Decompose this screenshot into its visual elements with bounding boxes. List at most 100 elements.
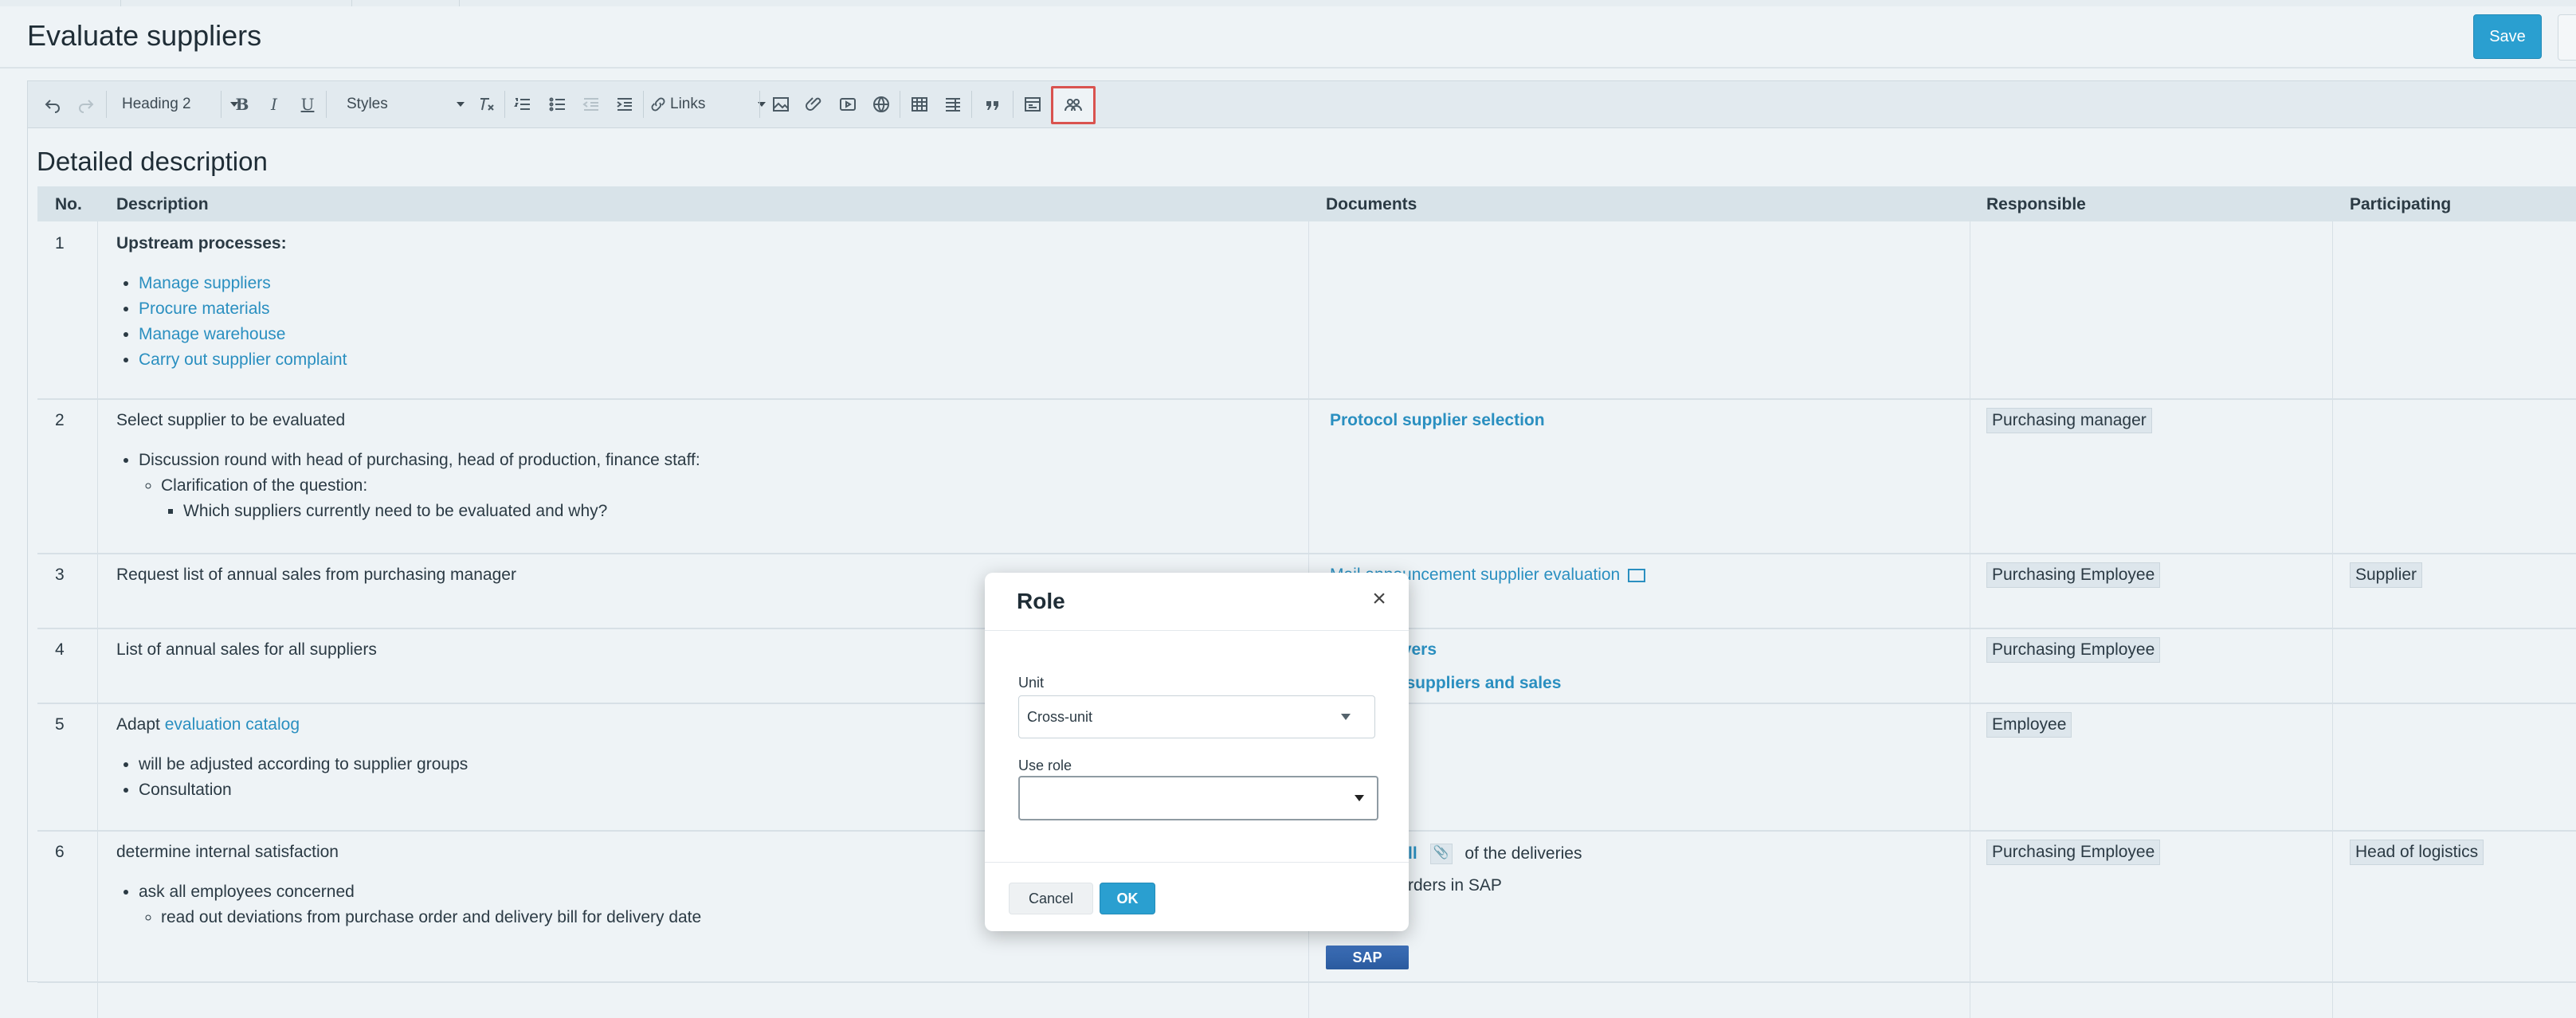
toolbar-separator — [106, 91, 107, 118]
mail-icon — [1628, 568, 1646, 582]
toolbar-separator — [326, 91, 327, 118]
link-carry-out-supplier-complaint[interactable]: Carry out supplier complaint — [139, 350, 347, 369]
row-responsible: Purchasing manager — [1986, 408, 2152, 433]
document-text: rders in SAP — [1408, 876, 1502, 895]
link-evaluation-catalog[interactable]: evaluation catalog — [165, 715, 300, 734]
row-number: 6 — [55, 843, 65, 861]
bullet-text: read out deviations from purchase order … — [161, 908, 702, 926]
save-button[interactable]: Save — [2473, 14, 2542, 59]
unit-select-value: Cross-unit — [1027, 709, 1093, 725]
role-tag[interactable]: Supplier — [2350, 562, 2423, 588]
chevron-down-icon — [1355, 795, 1364, 801]
row-documents: Protocol supplier selection — [1330, 408, 1545, 433]
role-tag[interactable]: Employee — [1986, 712, 2072, 738]
row-responsible: Purchasing Employee — [1986, 637, 2161, 663]
document-link[interactable]: ll — [1408, 844, 1417, 863]
table-properties-icon[interactable] — [939, 91, 966, 118]
column-header-no: No. — [55, 195, 82, 213]
video-icon[interactable] — [834, 91, 861, 118]
bullet-text: Discussion round with head of purchasing… — [139, 451, 700, 469]
links-select[interactable]: Links — [649, 91, 769, 118]
role-tag[interactable]: Purchasing Employee — [1986, 562, 2161, 588]
column-header-description: Description — [116, 195, 209, 213]
globe-icon[interactable] — [868, 91, 895, 118]
attachment-icon[interactable] — [801, 91, 828, 118]
description-title: Upstream processes: — [116, 234, 287, 253]
underline-button[interactable]: U — [294, 91, 321, 118]
attachment-icon[interactable]: 📎 — [1429, 844, 1453, 865]
table-header: No. Description Documents Responsible Pa… — [37, 186, 2576, 221]
row-participating: Supplier — [2350, 562, 2423, 588]
cancel-button[interactable]: Cancel — [1009, 883, 1093, 914]
sap-logo-image[interactable]: SAP — [1326, 946, 1409, 969]
heading-select-value: Heading 2 — [122, 96, 191, 112]
ok-button[interactable]: OK — [1100, 883, 1155, 914]
redo-icon[interactable] — [73, 91, 100, 118]
toolbar-separator — [643, 91, 644, 118]
table-icon[interactable] — [906, 91, 933, 118]
description-text: Select supplier to be evaluated — [116, 411, 346, 429]
row-number: 5 — [55, 715, 65, 734]
row-description: Upstream processes: Manage suppliers Pro… — [116, 231, 1296, 373]
dialog-header: Role × — [985, 573, 1409, 631]
table-row: 2 Select supplier to be evaluated Discus… — [37, 398, 2576, 554]
role-tag[interactable]: Purchasing Employee — [1986, 637, 2161, 663]
toolbar-separator — [221, 91, 222, 118]
bold-button[interactable]: B — [229, 91, 256, 118]
link-procure-materials[interactable]: Procure materials — [139, 300, 270, 318]
dialog-title: Role — [1017, 589, 1065, 613]
clear-format-icon[interactable] — [472, 91, 500, 118]
bullet-text: Clarification of the question: — [161, 476, 368, 495]
bullet-text: Which suppliers currently need to be eva… — [183, 502, 608, 520]
use-role-select[interactable] — [1018, 776, 1378, 820]
row-description: Request list of annual sales from purcha… — [116, 566, 516, 584]
document-link[interactable]: overs — [1392, 637, 1561, 663]
row-number: 1 — [55, 234, 65, 253]
chevron-down-icon — [457, 102, 465, 107]
styles-select[interactable]: Styles — [347, 91, 468, 118]
page-header: Evaluate suppliers Save — [0, 6, 2576, 69]
italic-button[interactable]: I — [261, 91, 288, 118]
bullet-text: will be adjusted according to supplier g… — [139, 755, 469, 773]
toolbar-separator — [1013, 91, 1014, 118]
row-number: 2 — [55, 411, 65, 429]
row-participating: Head of logistics — [2350, 840, 2484, 865]
row-description: Adapt evaluation catalog will be adjuste… — [116, 712, 993, 803]
link-manage-suppliers[interactable]: Manage suppliers — [139, 274, 271, 292]
column-header-responsible: Responsible — [1986, 195, 2086, 213]
row-description: determine internal satisfaction ask all … — [116, 840, 993, 930]
image-icon[interactable] — [767, 91, 794, 118]
role-tag[interactable]: Purchasing Employee — [1986, 840, 2161, 865]
role-icon[interactable] — [1051, 86, 1096, 124]
dialog-footer-divider — [985, 862, 1409, 863]
heading-select[interactable]: Heading 2 — [122, 91, 241, 118]
row-description: List of annual sales for all suppliers — [116, 640, 377, 659]
document-link[interactable]: ll suppliers and sales — [1392, 671, 1561, 696]
top-tab-strip — [0, 0, 2576, 6]
role-dialog: Role × Unit Cross-unit Use role Cancel O… — [985, 573, 1409, 931]
document-link[interactable]: Protocol supplier selection — [1330, 411, 1545, 429]
bullet-text: Consultation — [139, 781, 232, 799]
template-icon[interactable] — [1019, 91, 1046, 118]
outdent-icon[interactable] — [578, 91, 605, 118]
blockquote-icon[interactable] — [979, 91, 1006, 118]
role-tag[interactable]: Purchasing manager — [1986, 408, 2152, 433]
row-number: 3 — [55, 566, 65, 584]
header-secondary-button[interactable] — [2558, 14, 2576, 61]
table-row: 1 Upstream processes: Manage suppliers P… — [37, 221, 2576, 400]
numbered-list-icon[interactable] — [509, 91, 536, 118]
undo-icon[interactable] — [39, 91, 66, 118]
row-documents: overs ll suppliers and sales — [1392, 637, 1561, 696]
link-manage-warehouse[interactable]: Manage warehouse — [139, 325, 285, 343]
unit-select[interactable]: Cross-unit — [1018, 695, 1375, 738]
role-tag[interactable]: Head of logistics — [2350, 840, 2484, 865]
column-header-participating: Participating — [2350, 195, 2452, 213]
toolbar-separator — [759, 91, 760, 118]
styles-select-value: Styles — [347, 96, 388, 112]
bullet-list-icon[interactable] — [544, 91, 571, 118]
indent-icon[interactable] — [611, 91, 638, 118]
row-number: 4 — [55, 640, 65, 659]
row-description: Select supplier to be evaluated Discussi… — [116, 408, 1296, 524]
section-heading: Detailed description — [37, 147, 268, 176]
close-icon[interactable]: × — [1367, 587, 1391, 611]
